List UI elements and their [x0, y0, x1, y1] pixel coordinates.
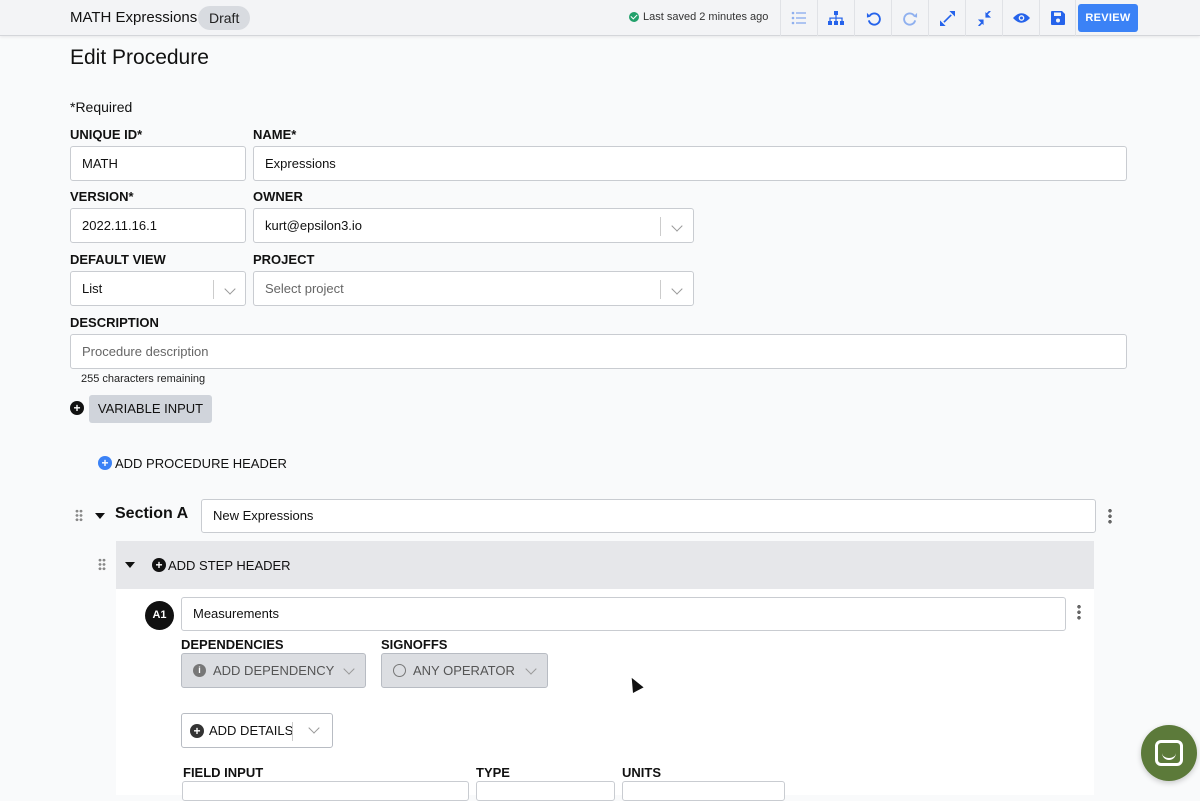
unique-id-input[interactable]: MATH	[70, 146, 246, 181]
review-button[interactable]: REVIEW	[1078, 4, 1138, 32]
redo-icon[interactable]	[891, 0, 928, 36]
select-separator	[660, 217, 661, 236]
status-badge: Draft	[198, 6, 251, 30]
add-circle-icon: +	[190, 724, 204, 738]
signoffs-label: SIGNOFFS	[381, 637, 448, 652]
select-separator	[292, 722, 293, 741]
required-note: *Required	[70, 99, 133, 115]
unique-id-label: UNIQUE ID*	[70, 127, 143, 142]
save-icon[interactable]	[1039, 0, 1076, 36]
chevron-down-icon	[671, 283, 683, 295]
top-bar: MATH Expressions Draft Last saved 2 minu…	[0, 0, 1200, 36]
units-label: UNITS	[622, 765, 661, 780]
project-label: PROJECT	[253, 252, 315, 267]
add-dependency-select[interactable]: i ADD DEPENDENCY	[181, 653, 366, 688]
dependencies-label: DEPENDENCIES	[181, 637, 284, 652]
add-circle-icon: +	[98, 456, 112, 470]
add-circle-icon: +	[152, 558, 166, 572]
chat-support-button[interactable]	[1141, 725, 1197, 781]
version-label: VERSION*	[70, 189, 134, 204]
default-view-value: List	[82, 281, 103, 296]
add-details-label: ADD DETAILS	[209, 723, 294, 738]
preview-eye-icon[interactable]	[1002, 0, 1039, 36]
chevron-down-icon	[308, 722, 320, 734]
page-title: Edit Procedure	[70, 46, 209, 69]
version-input[interactable]: 2022.11.16.1	[70, 208, 246, 243]
type-select[interactable]	[476, 781, 615, 801]
save-status: Last saved 2 minutes ago	[629, 11, 768, 23]
project-placeholder: Select project	[265, 281, 344, 296]
app-title: MATH Expressions	[70, 9, 198, 26]
chat-icon	[1155, 740, 1183, 766]
undo-icon[interactable]	[854, 0, 891, 36]
select-separator	[660, 280, 661, 299]
section-name-input[interactable]: New Expressions	[201, 499, 1096, 533]
step-badge: A1	[145, 601, 174, 630]
drag-handle-icon[interactable]	[98, 558, 106, 571]
owner-select-value: kurt@epsilon3.io	[265, 218, 363, 233]
default-view-select[interactable]: List	[70, 271, 246, 306]
caret-down-icon[interactable]	[95, 513, 105, 519]
more-options-icon[interactable]	[1108, 508, 1112, 524]
name-label: NAME*	[253, 127, 297, 142]
owner-label: OWNER	[253, 189, 303, 204]
chevron-down-icon	[525, 663, 537, 675]
add-circle-icon[interactable]: +	[70, 401, 84, 415]
info-icon: i	[193, 664, 206, 677]
add-dependency-label: ADD DEPENDENCY	[213, 663, 335, 678]
select-separator	[213, 280, 214, 299]
description-label: DESCRIPTION	[70, 315, 159, 330]
add-details-button[interactable]: + ADD DETAILS	[181, 713, 333, 748]
project-select[interactable]: Select project	[253, 271, 694, 306]
add-step-header-button[interactable]: ADD STEP HEADER	[168, 558, 291, 573]
chevron-down-icon	[224, 283, 236, 295]
description-textarea[interactable]: Procedure description	[70, 334, 1127, 369]
drag-handle-icon[interactable]	[75, 509, 83, 522]
default-view-label: DEFAULT VIEW	[70, 252, 166, 267]
name-input[interactable]: Expressions	[253, 146, 1127, 181]
add-procedure-header-button[interactable]: ADD PROCEDURE HEADER	[115, 456, 287, 471]
chevron-down-icon	[671, 220, 683, 232]
caret-down-icon[interactable]	[125, 562, 135, 568]
any-operator-label: ANY OPERATOR	[413, 663, 515, 678]
character-counter: 255 characters remaining	[81, 373, 206, 385]
field-input-input[interactable]	[182, 781, 469, 801]
field-input-label: FIELD INPUT	[183, 765, 264, 780]
check-circle-icon	[393, 664, 406, 677]
list-icon[interactable]	[780, 0, 817, 36]
more-options-icon[interactable]	[1077, 604, 1081, 620]
expand-icon[interactable]	[928, 0, 965, 36]
owner-select[interactable]: kurt@epsilon3.io	[253, 208, 694, 243]
signoffs-select[interactable]: ANY OPERATOR	[381, 653, 548, 688]
units-input[interactable]	[622, 781, 785, 801]
save-status-text: Last saved 2 minutes ago	[643, 11, 769, 23]
check-circle-icon	[629, 12, 639, 22]
collapse-icon[interactable]	[965, 0, 1002, 36]
variable-input-button[interactable]: VARIABLE INPUT	[89, 395, 212, 423]
step-name-input[interactable]: Measurements	[181, 597, 1066, 631]
type-label: TYPE	[476, 765, 510, 780]
section-title: Section A	[115, 505, 189, 522]
chevron-down-icon	[343, 663, 355, 675]
hierarchy-icon[interactable]	[817, 0, 854, 36]
